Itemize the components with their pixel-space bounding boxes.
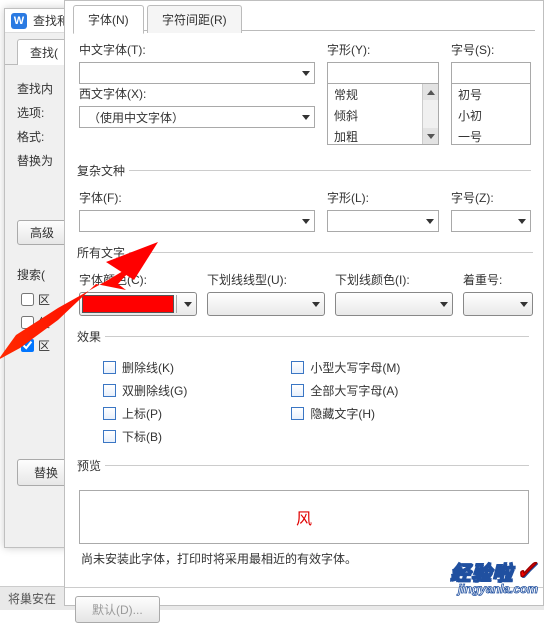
check-subscript[interactable]: 下标(B) [79, 428, 187, 445]
latin-font-value: （使用中文字体） [84, 109, 298, 126]
size-item-1[interactable]: 小初 [452, 105, 530, 126]
checkbox-3-label: 区 [38, 337, 50, 354]
checkbox-1[interactable] [21, 293, 34, 306]
label-font-color: 字体颜色(C): [79, 271, 197, 288]
preview-text: 风 [296, 505, 312, 529]
chevron-down-icon [302, 71, 310, 76]
checkbox-icon [103, 407, 116, 420]
chevron-down-icon [312, 302, 320, 307]
label-double-strike: 双删除线(G) [122, 382, 187, 399]
label-subscript: 下标(B) [122, 428, 162, 445]
preview-box: 风 [79, 490, 529, 544]
legend-complex: 复杂文种 [77, 162, 129, 179]
font-panel: 中文字体(T): 字形(Y): 常规 倾斜 加粗 [65, 31, 543, 587]
scroll-up-icon[interactable] [423, 84, 438, 100]
checkbox-icon [103, 384, 116, 397]
fieldset-all-text: 所有文字 字体颜色(C): 下划线线型(U): 下划线颜色(I): [79, 244, 533, 316]
checkbox-icon [291, 384, 304, 397]
chevron-down-icon [518, 219, 526, 224]
chevron-down-icon [440, 302, 448, 307]
fieldset-effects: 效果 删除线(K) 双删除线(G) 上标(P) 下标(B) 小型大写字母(M) … [79, 328, 529, 445]
check-superscript[interactable]: 上标(P) [79, 405, 187, 422]
emphasis-combo[interactable] [463, 292, 533, 316]
tab-find[interactable]: 查找( [17, 39, 71, 65]
checkbox-3[interactable] [21, 339, 34, 352]
label-size: 字号(S): [451, 41, 531, 58]
check-small-caps[interactable]: 小型大写字母(M) [267, 359, 400, 376]
latin-font-combo[interactable]: （使用中文字体） [79, 106, 315, 128]
label-strikethrough: 删除线(K) [122, 359, 174, 376]
label-complex-style: 字形(L): [327, 189, 439, 206]
chevron-down-icon [520, 302, 528, 307]
label-emphasis: 着重号: [463, 271, 533, 288]
size-listbox[interactable]: 初号 小初 一号 [451, 83, 531, 145]
font-color-combo[interactable] [79, 292, 197, 316]
label-complex-font: 字体(F): [79, 189, 315, 206]
checkbox-2[interactable] [21, 316, 34, 329]
label-style: 字形(Y): [327, 41, 439, 58]
label-superscript: 上标(P) [122, 405, 162, 422]
checkbox-1-label: 区 [38, 291, 50, 308]
tab-spacing[interactable]: 字符间距(R) [147, 5, 242, 33]
label-small-caps: 小型大写字母(M) [310, 359, 400, 376]
size-item-0[interactable]: 初号 [452, 84, 530, 105]
size-input[interactable] [451, 62, 531, 84]
label-all-caps: 全部大写字母(A) [310, 382, 398, 399]
style-scrollbar[interactable] [422, 84, 438, 144]
effects-col-right: 小型大写字母(M) 全部大写字母(A) 隐藏文字(H) [267, 359, 400, 445]
label-underline-color: 下划线颜色(I): [335, 271, 453, 288]
checkbox-icon [103, 430, 116, 443]
chevron-down-icon [302, 219, 310, 224]
chevron-down-icon [426, 219, 434, 224]
legend-effects: 效果 [77, 328, 105, 345]
label-complex-size: 字号(Z): [451, 189, 531, 206]
label-cn-font: 中文字体(T): [79, 41, 315, 58]
scroll-down-icon[interactable] [423, 128, 438, 144]
checkbox-icon [291, 361, 304, 374]
size-item-2[interactable]: 一号 [452, 126, 530, 145]
checkbox-icon [291, 407, 304, 420]
check-hidden[interactable]: 隐藏文字(H) [267, 405, 400, 422]
check-double-strike[interactable]: 双删除线(G) [79, 382, 187, 399]
combo-dropdown-button[interactable] [176, 295, 194, 313]
complex-font-combo[interactable] [79, 210, 315, 232]
legend-all-text: 所有文字 [77, 244, 129, 261]
complex-style-combo[interactable] [327, 210, 439, 232]
watermark-url: jingyanla.com [450, 582, 538, 596]
check-all-caps[interactable]: 全部大写字母(A) [267, 382, 400, 399]
chevron-down-icon [184, 302, 192, 307]
tab-font[interactable]: 字体(N) [73, 5, 144, 34]
app-icon: W [11, 13, 27, 29]
effects-col-left: 删除线(K) 双删除线(G) 上标(P) 下标(B) [79, 359, 187, 445]
label-underline: 下划线线型(U): [207, 271, 325, 288]
checkbox-2-label: 使 [38, 314, 50, 331]
fieldset-complex: 复杂文种 字体(F): 字形(L): 字号(Z): [79, 162, 531, 232]
legend-preview: 预览 [77, 457, 105, 474]
underline-color-combo[interactable] [335, 292, 453, 316]
chevron-down-icon [302, 115, 310, 120]
watermark: 经验啦 ✓ jingyanla.com [450, 555, 538, 596]
status-text: 将巢安在 [8, 590, 56, 607]
font-dialog: 字体(N) 字符间距(R) 中文字体(T): 字形(Y): 常规 倾斜 加粗 [64, 0, 544, 606]
advanced-button[interactable]: 高级 [17, 220, 67, 245]
complex-size-combo[interactable] [451, 210, 531, 232]
checkbox-icon [103, 361, 116, 374]
label-hidden: 隐藏文字(H) [310, 405, 375, 422]
color-swatch-red [82, 295, 174, 313]
font-dialog-tabs: 字体(N) 字符间距(R) [65, 1, 543, 31]
underline-combo[interactable] [207, 292, 325, 316]
check-strikethrough[interactable]: 删除线(K) [79, 359, 187, 376]
cn-font-combo[interactable] [79, 62, 315, 84]
style-input[interactable] [327, 62, 439, 84]
style-listbox[interactable]: 常规 倾斜 加粗 [327, 83, 439, 145]
